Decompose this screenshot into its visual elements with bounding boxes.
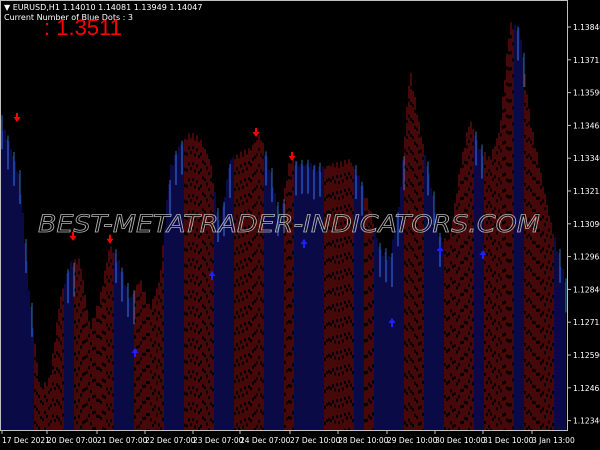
time-label: 3 Jan 13:00 [532,436,575,445]
price-label: 1.12715 [573,318,600,327]
buy-arrow-icon [300,238,308,248]
dropdown-triangle-icon[interactable]: ▼ [4,3,10,12]
indicator-value: : 1.3511 [44,15,122,40]
price-label: 1.12965 [573,253,600,262]
time-label: 22 Dec 07:00 [145,436,196,445]
time-label: 17 Dec 2021 [2,436,50,445]
price-label: 1.13590 [573,89,600,98]
time-label: 28 Dec 10:00 [338,436,389,445]
time-label: 30 Dec 10:00 [435,436,486,445]
price-label: 1.13840 [573,23,600,32]
time-label: 21 Dec 07:00 [97,436,148,445]
time-axis[interactable]: 17 Dec 202120 Dec 07:00 21 Dec 07:0022 De… [1,430,575,445]
time-label: 20 Dec 07:00 [47,436,98,445]
sell-arrow-icon [252,128,260,138]
blue-dots-count: 3 [127,13,134,22]
price-label: 1.13215 [573,187,600,196]
time-label: 31 Dec 10:00 [483,436,534,445]
price-label: 1.12340 [573,417,600,426]
sell-arrow-icon [13,113,21,123]
sell-arrow-icon [288,151,296,161]
price-label: 1.13340 [573,154,600,163]
symbol-info: ▼ EURUSD,H1 1.14010 1.14081 1.13949 1.14… [4,3,202,12]
buy-arrow-icon [208,270,216,280]
time-label: 27 Dec 10:00 [290,436,341,445]
price-chart[interactable]: BEST-METATRADER-INDICATORS.COM 1.138401.… [0,0,600,450]
price-label: 1.12590 [573,351,600,360]
price-label: 1.12465 [573,384,600,393]
buy-arrow-icon [436,246,444,256]
price-label: 1.13465 [573,121,600,130]
time-label: 23 Dec 07:00 [193,436,244,445]
time-label: 24 Dec 07:00 [240,436,291,445]
buy-arrow-icon [388,317,396,327]
time-label: 29 Dec 10:00 [387,436,438,445]
price-label: 1.12840 [573,285,600,294]
symbol-line: EURUSD,H1 1.14010 1.14081 1.13949 1.1404… [12,3,203,12]
price-label: 1.13715 [573,56,600,65]
price-label: 1.13090 [573,220,600,229]
watermark: BEST-METATRADER-INDICATORS.COM [38,210,540,238]
price-axis[interactable]: 1.13840 1.13715 1.13590 1.13465 1.13340 1.132… [567,23,600,426]
